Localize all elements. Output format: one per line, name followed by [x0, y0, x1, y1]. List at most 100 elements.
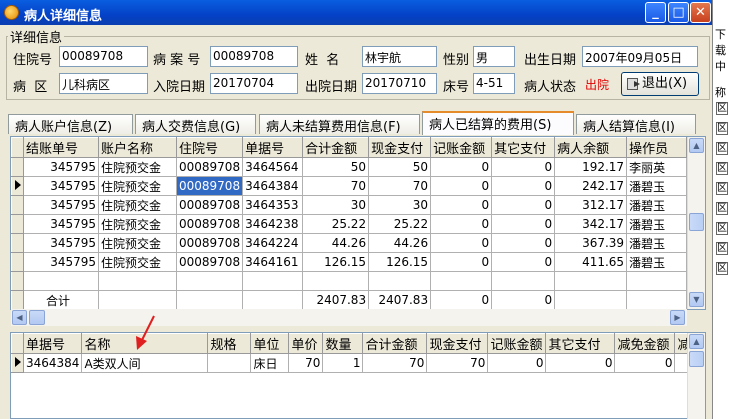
account-amount-cell[interactable]: 0: [430, 233, 493, 253]
inpatient-no-cell[interactable]: 00089708: [175, 157, 244, 177]
item-name-cell[interactable]: A类双人间: [81, 353, 209, 373]
inpatient-no-cell[interactable]: 00089708: [175, 233, 244, 253]
column-header[interactable]: 记账金额: [430, 137, 493, 158]
birth-field[interactable]: 2007年09月05日: [582, 46, 698, 67]
column-header[interactable]: 减免金额: [614, 333, 676, 354]
tab-account-info[interactable]: 病人账户信息(Z): [8, 114, 133, 135]
operator-cell[interactable]: 潘碧玉: [626, 214, 688, 234]
total-amount-cell[interactable]: 70: [302, 176, 370, 196]
bg-checkbox[interactable]: 区: [716, 222, 728, 235]
account-amount-cell[interactable]: 0: [487, 353, 547, 373]
column-header[interactable]: 其它支付: [491, 137, 556, 158]
cash-cell[interactable]: 50: [368, 157, 432, 177]
scroll-thumb[interactable]: [689, 351, 704, 367]
bg-checkbox[interactable]: 区: [716, 162, 728, 175]
column-header[interactable]: 现金支付: [426, 333, 489, 354]
account-amount-cell[interactable]: 0: [430, 252, 493, 272]
table-row[interactable]: 345795 住院预交金 00089708 3464224 44.26 44.26 0 0 36…: [11, 233, 688, 253]
account-amount-cell[interactable]: 0: [430, 157, 493, 177]
balance-cell[interactable]: 192.17: [554, 157, 628, 177]
column-header[interactable]: 名称: [81, 333, 209, 354]
other-payment-cell[interactable]: 0: [491, 176, 556, 196]
operator-cell[interactable]: 潘碧玉: [626, 176, 688, 196]
balance-cell[interactable]: 342.17: [554, 214, 628, 234]
account-name-cell[interactable]: 住院预交金: [98, 157, 177, 177]
spec-cell[interactable]: [207, 353, 252, 373]
column-header[interactable]: 单价: [288, 333, 324, 354]
tab-settlement-info[interactable]: 病人结算信息(I): [576, 114, 696, 135]
bg-checkbox[interactable]: 区: [716, 202, 728, 215]
account-name-cell[interactable]: 住院预交金: [98, 195, 177, 215]
scroll-up-icon[interactable]: ▲: [689, 334, 704, 349]
total-amount-cell[interactable]: 25.22: [302, 214, 370, 234]
account-name-cell[interactable]: 住院预交金: [98, 233, 177, 253]
column-header[interactable]: 现金支付: [368, 137, 432, 158]
scroll-left-icon[interactable]: ◀: [12, 310, 27, 325]
balance-cell[interactable]: 411.65: [554, 252, 628, 272]
balance-cell[interactable]: 312.17: [554, 195, 628, 215]
settle-no-cell[interactable]: 345795: [23, 176, 99, 196]
fee-detail-grid[interactable]: 单据号 名称 规格 单位 单价 数量 合计金额 现金支付 记账金额 其它支付 减…: [10, 332, 706, 419]
column-header[interactable]: 其它支付: [545, 333, 616, 354]
unit-cell[interactable]: 床日: [250, 353, 290, 373]
other-payment-cell[interactable]: 0: [491, 157, 556, 177]
account-amount-cell[interactable]: 0: [430, 195, 493, 215]
cash-cell[interactable]: 70: [368, 176, 432, 196]
column-header[interactable]: 单据号: [22, 333, 83, 354]
column-header[interactable]: 账户名称: [98, 137, 177, 158]
discharge-date-field[interactable]: 20170710: [362, 73, 437, 94]
bg-checkbox[interactable]: 区: [716, 122, 728, 135]
table-row[interactable]: 345795 住院预交金 00089708 3464238 25.22 25.22 0 0 34…: [11, 214, 688, 234]
bg-checkbox[interactable]: 区: [716, 242, 728, 255]
top-grid-horizontal-scrollbar[interactable]: ◀ ▶: [11, 309, 687, 326]
cash-cell[interactable]: 25.22: [368, 214, 432, 234]
table-row[interactable]: 345795 住院预交金 00089708 3464161 126.15 126.15 0 0…: [11, 252, 688, 272]
close-button[interactable]: ✕: [690, 2, 711, 23]
column-header[interactable]: 单据号: [242, 137, 304, 158]
total-amount-cell[interactable]: 70: [362, 353, 428, 373]
balance-cell[interactable]: 367.39: [554, 233, 628, 253]
column-header[interactable]: 单位: [250, 333, 290, 354]
bg-checkbox[interactable]: 区: [716, 182, 728, 195]
column-header[interactable]: 数量: [322, 333, 364, 354]
minimize-button[interactable]: _: [645, 2, 666, 23]
account-name-cell[interactable]: 住院预交金: [98, 214, 177, 234]
operator-cell[interactable]: 潘碧玉: [626, 233, 688, 253]
table-row[interactable]: 345795 住院预交金 00089708 3464353 30 30 0 0 312.17 潘碧…: [11, 195, 688, 215]
other-payment-cell[interactable]: 0: [491, 233, 556, 253]
operator-cell[interactable]: 潘碧玉: [626, 195, 688, 215]
inpatient-no-cell[interactable]: 00089708: [175, 214, 244, 234]
receipt-no-cell[interactable]: 3464224: [242, 233, 304, 253]
other-payment-cell[interactable]: 0: [545, 353, 616, 373]
receipt-no-cell[interactable]: 3464384: [242, 176, 304, 196]
scroll-thumb[interactable]: [29, 310, 45, 325]
settle-no-cell[interactable]: 345795: [23, 195, 99, 215]
row-indicator[interactable]: [11, 353, 24, 373]
row-indicator[interactable]: [11, 195, 24, 215]
scroll-down-icon[interactable]: ▼: [689, 292, 704, 307]
row-indicator[interactable]: [11, 176, 24, 196]
column-header[interactable]: 住院号: [175, 137, 244, 158]
other-payment-cell[interactable]: 0: [491, 195, 556, 215]
case-no-field[interactable]: 00089708: [210, 46, 298, 67]
cash-cell[interactable]: 44.26: [368, 233, 432, 253]
tab-unsettled-fees[interactable]: 病人未结算费用信息(F): [259, 114, 420, 135]
bed-field[interactable]: 4-51: [473, 73, 515, 94]
tab-settled-fees[interactable]: 病人已结算的费用(S): [422, 111, 574, 135]
bg-checkbox[interactable]: 区: [716, 142, 728, 155]
settle-no-cell[interactable]: 345795: [23, 214, 99, 234]
inpatient-no-cell[interactable]: 00089708: [175, 195, 244, 215]
scroll-thumb[interactable]: [689, 213, 704, 231]
receipt-no-cell[interactable]: 3464384: [22, 353, 83, 373]
account-amount-cell[interactable]: 0: [430, 214, 493, 234]
maximize-button[interactable]: □: [668, 2, 689, 23]
other-payment-cell[interactable]: 0: [491, 252, 556, 272]
row-indicator[interactable]: [11, 252, 24, 272]
bg-checkbox[interactable]: 区: [716, 262, 728, 275]
column-header[interactable]: 病人余额: [554, 137, 628, 158]
operator-cell[interactable]: 潘碧玉: [626, 252, 688, 272]
settle-no-cell[interactable]: 345795: [23, 157, 99, 177]
row-indicator[interactable]: [11, 214, 24, 234]
exit-button[interactable]: 退出(X): [621, 72, 699, 96]
row-indicator[interactable]: [11, 157, 24, 177]
